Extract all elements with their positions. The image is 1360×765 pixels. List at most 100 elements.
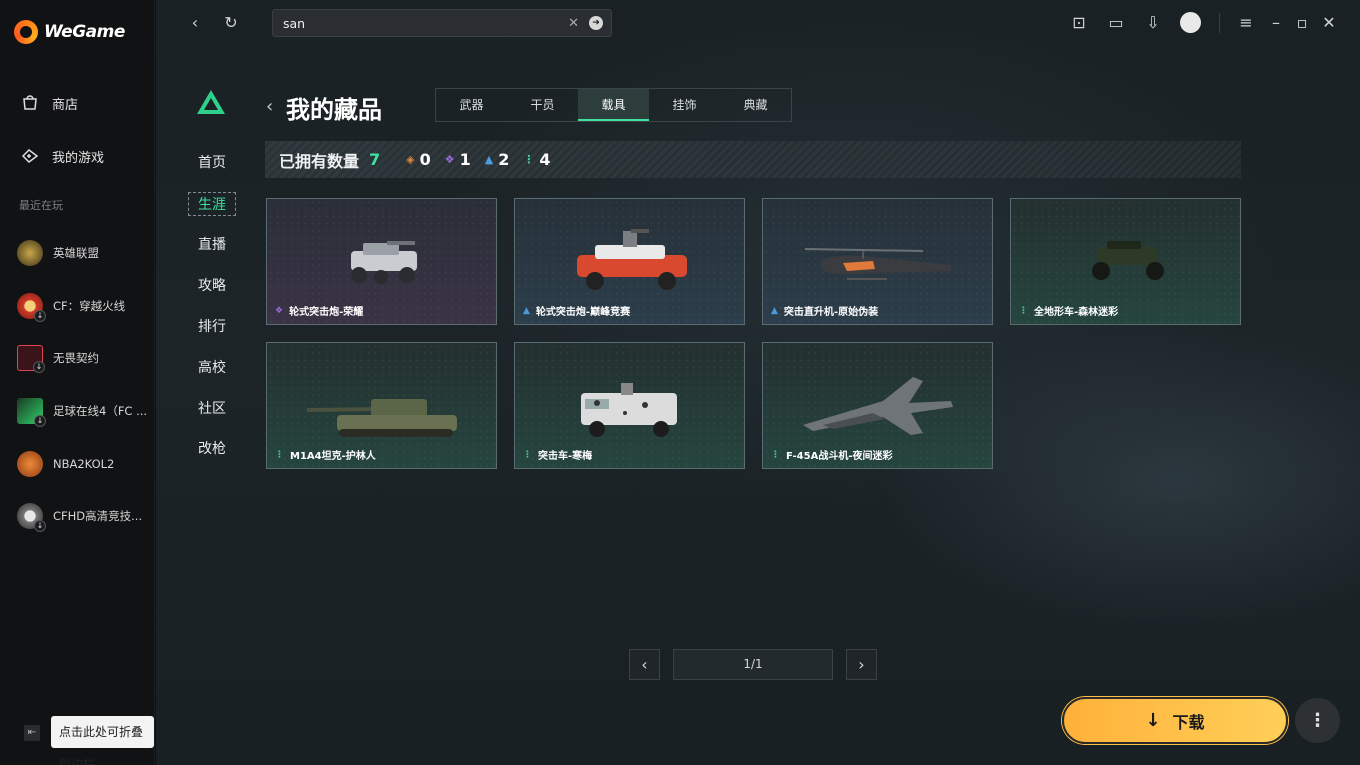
download-button[interactable]: ↓ 下载 [1062, 697, 1288, 744]
refresh-icon[interactable]: ↻ [220, 12, 242, 34]
collapse-tooltip: 点击此处可折叠侧边栏 [51, 716, 154, 765]
sidebar-item-label: 我的游戏 [52, 150, 105, 166]
game-nav-home[interactable]: 首页 [188, 151, 236, 175]
vehicle-card-caption: ⋮ M1A4坦克-护林人 [275, 447, 376, 463]
message-icon[interactable]: ▭ [1105, 12, 1127, 34]
search-go-icon[interactable]: ➜ [589, 16, 603, 30]
recent-game-label: 英雄联盟 [53, 246, 99, 260]
purple-diamond-icon: ❖ [444, 153, 455, 166]
clear-icon[interactable]: ✕ [568, 16, 579, 31]
rarity-count-value: 1 [459, 150, 471, 169]
vehicle-name: 突击直升机-原始伪装 [783, 307, 879, 318]
minimize-icon[interactable]: – [1265, 12, 1287, 34]
game-nav-college[interactable]: 高校 [188, 356, 236, 380]
recent-game-label: NBA2KOL2 [53, 457, 115, 471]
bot-icon[interactable]: ⊡ [1068, 12, 1090, 34]
menu-icon[interactable]: ≡ [1235, 12, 1257, 34]
vehicle-card[interactable]: ▲ 突击直升机-原始伪装 [762, 198, 993, 325]
tab-collection[interactable]: 典藏 [720, 89, 791, 121]
game-nav-career[interactable]: 生涯 [188, 192, 236, 216]
green-dots-icon: ⋮ [523, 153, 535, 166]
vehicle-name: 全地形车-森林迷彩 [1034, 307, 1119, 318]
recent-game-label: CF：穿越火线 [53, 299, 126, 313]
wegame-logo-icon [14, 20, 38, 44]
prev-page-button[interactable]: ‹ [629, 649, 660, 680]
tab-vehicles[interactable]: 载具 [578, 89, 649, 121]
recent-game-lol[interactable]: 英雄联盟 [17, 240, 149, 266]
blue-tri-icon: ▲ [523, 305, 530, 316]
download-label: 下载 [1172, 712, 1205, 732]
recent-game-label: 足球在线4（FC ... [53, 404, 148, 418]
download-manager-icon[interactable]: ⇩ [1142, 12, 1164, 34]
vehicle-card-caption: ❖ 轮式突击炮-荣耀 [275, 303, 364, 319]
vehicle-card-caption: ▲ 轮式突击炮-巅峰竞赛 [523, 303, 631, 319]
green-dots-icon: ⋮ [275, 449, 284, 460]
rarity-count-blue: ▲ 2 [485, 150, 510, 169]
tab-charms[interactable]: 挂饰 [649, 89, 720, 121]
sidebar-item-store[interactable]: 商店 [20, 93, 78, 113]
search-input[interactable] [283, 15, 569, 31]
rarity-count-green: ⋮ 4 [523, 150, 550, 169]
owned-label: 已拥有数量 [279, 151, 360, 171]
more-options-button[interactable]: ⋮ [1295, 698, 1340, 743]
rarity-count-value: 0 [419, 150, 431, 169]
collapse-sidebar-icon[interactable]: ⇤ [24, 725, 40, 741]
download-badge-icon: ↓ [34, 415, 46, 427]
search-bar: ✕ ➜ [272, 9, 612, 37]
owned-stats-bar: 已拥有数量 7 ◈ 0 ❖ 1 ▲ 2 ⋮ 4 [265, 141, 1241, 178]
main-area: ‹ ↻ ✕ ➜ ⊡ ▭ ⇩ ≡ – ▫ ✕ 首页 生涯 直播 攻略 排行 高校 … [156, 0, 1360, 765]
tab-operators[interactable]: 干员 [507, 89, 578, 121]
back-icon[interactable]: ‹ [184, 12, 206, 34]
rarity-count-value: 2 [498, 150, 510, 169]
recent-game-cf[interactable]: ↓ CF：穿越火线 [17, 293, 149, 322]
green-dots-icon: ⋮ [1019, 305, 1028, 316]
vehicle-card[interactable]: ⋮ F-45A战斗机-夜间迷彩 [762, 342, 993, 469]
recent-game-valorant[interactable]: ↓ 无畏契约 [17, 345, 149, 373]
recent-game-fc-online[interactable]: ↓ 足球在线4（FC ... [17, 398, 149, 427]
game-nav-live[interactable]: 直播 [188, 233, 236, 257]
tab-weapons[interactable]: 武器 [436, 89, 507, 121]
download-badge-icon: ↓ [34, 310, 46, 322]
page-title: 我的藏品 [286, 96, 382, 124]
game-nav-guide[interactable]: 攻略 [188, 274, 236, 298]
download-badge-icon: ↓ [33, 361, 45, 373]
recent-game-label: 无畏契约 [53, 351, 99, 365]
game-nav-rank[interactable]: 排行 [188, 315, 236, 339]
green-dots-icon: ⋮ [771, 449, 780, 460]
vehicle-card[interactable]: ▲ 轮式突击炮-巅峰竞赛 [514, 198, 745, 325]
wegame-logo[interactable]: WeGame [14, 20, 125, 44]
vehicle-card[interactable]: ⋮ 突击车-寒梅 [514, 342, 745, 469]
recent-game-label: CFHD高清竞技... [53, 509, 143, 523]
top-bar: ‹ ↻ ✕ ➜ ⊡ ▭ ⇩ ≡ – ▫ ✕ [156, 0, 1360, 46]
vehicle-name: 轮式突击炮-荣耀 [289, 307, 364, 318]
vehicle-name: 突击车-寒梅 [538, 451, 593, 462]
vehicle-card[interactable]: ❖ 轮式突击炮-荣耀 [266, 198, 497, 325]
cfhd-icon: ↓ [17, 503, 46, 532]
cf-icon: ↓ [17, 293, 46, 322]
vehicle-card-caption: ⋮ 突击车-寒梅 [523, 447, 593, 463]
recent-game-nba2k[interactable]: NBA2KOL2 [17, 451, 149, 477]
page-back-icon[interactable]: ‹ [266, 96, 273, 117]
maximize-icon[interactable]: ▫ [1291, 12, 1313, 34]
owned-total: 7 [369, 150, 381, 169]
lol-icon [17, 240, 43, 266]
vehicle-name: 轮式突击炮-巅峰竞赛 [535, 307, 631, 318]
vehicle-card-caption: ▲ 突击直升机-原始伪装 [771, 303, 879, 319]
vehicle-card-caption: ⋮ F-45A战斗机-夜间迷彩 [771, 447, 892, 463]
next-page-button[interactable]: › [846, 649, 877, 680]
game-nav-community[interactable]: 社区 [188, 397, 236, 421]
download-badge-icon: ↓ [34, 520, 46, 532]
green-dots-icon: ⋮ [523, 449, 532, 460]
game-nav-gun-mod[interactable]: 改枪 [188, 437, 236, 461]
recent-game-cfhd[interactable]: ↓ CFHD高清竞技... [17, 503, 149, 532]
avatar[interactable] [1180, 12, 1201, 33]
close-icon[interactable]: ✕ [1318, 12, 1340, 34]
purple-diamond-icon: ❖ [275, 305, 284, 316]
page-indicator: 1/1 [673, 649, 833, 680]
vehicle-card[interactable]: ⋮ 全地形车-森林迷彩 [1010, 198, 1241, 325]
rarity-count-value: 4 [539, 150, 551, 169]
blue-tri-icon: ▲ [771, 305, 778, 316]
vehicle-card[interactable]: ⋮ M1A4坦克-护林人 [266, 342, 497, 469]
blue-tri-icon: ▲ [484, 153, 494, 166]
sidebar-item-my-games[interactable]: 我的游戏 [20, 146, 104, 166]
